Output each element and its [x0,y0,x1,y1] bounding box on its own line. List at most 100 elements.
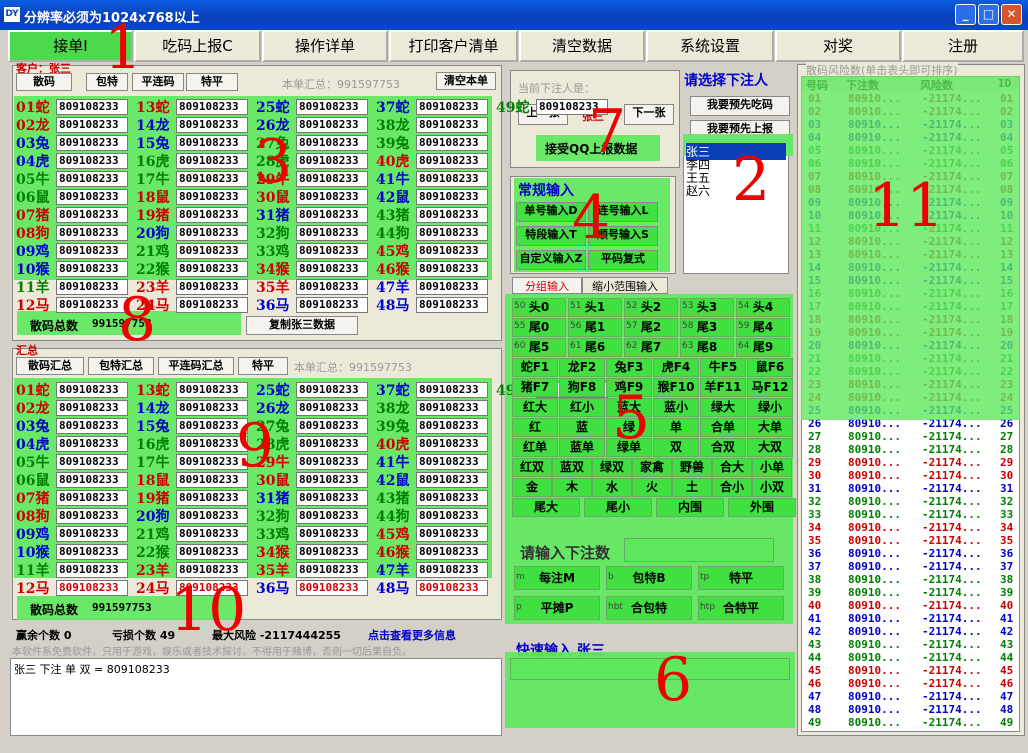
risk-row[interactable]: 42 80910... -21174... 42 [802,625,1019,638]
risk-row[interactable]: 44 80910... -21174... 44 [802,651,1019,664]
risk-row[interactable]: 36 80910... -21174... 36 [802,547,1019,560]
group-btn-9-4[interactable]: 土 [672,478,712,497]
risk-row[interactable]: 39 80910... -21174... 39 [802,586,1019,599]
group-btn-7-0[interactable]: 红单 [512,438,558,457]
group-btn-6-1[interactable]: 蓝 [559,418,605,437]
group-btn-2-3[interactable]: 63 尾8 [680,338,734,357]
bet-btn-4[interactable]: hbt 合包特 [606,596,692,620]
risk-row[interactable]: 32 80910... -21174... 32 [802,495,1019,508]
group-btn-8-1[interactable]: 蓝双 [552,458,592,477]
client-btn-3[interactable]: 特平 [186,73,238,91]
summary-btn-3[interactable]: 特平 [238,357,288,375]
group-btn-7-5[interactable]: 大双 [747,438,793,457]
risk-row[interactable]: 41 80910... -21174... 41 [802,612,1019,625]
pre-eat-button[interactable]: 我要预先吃码 [690,96,790,116]
group-btn-4-4[interactable]: 羊F11 [700,378,746,397]
log-textarea[interactable]: 张三 下注 单 双 = 809108233 [10,658,502,736]
group-btn-1-2[interactable]: 57 尾2 [624,318,678,337]
clear-order-button[interactable]: 清空本单 [436,72,496,90]
group-btn-3-5[interactable]: 鼠F6 [747,358,793,377]
group-btn-3-1[interactable]: 龙F2 [559,358,605,377]
group-btn-9-3[interactable]: 火 [632,478,672,497]
risk-row[interactable]: 34 80910... -21174... 34 [802,521,1019,534]
risk-row[interactable]: 46 80910... -21174... 46 [802,677,1019,690]
group-btn-5-4[interactable]: 绿大 [700,398,746,417]
group-btn-8-5[interactable]: 合大 [712,458,752,477]
risk-row[interactable]: 27 80910... -21174... 27 [802,430,1019,443]
menu-item-1[interactable]: 吃码上报C [134,30,261,62]
group-btn-8-0[interactable]: 红双 [512,458,552,477]
group-btn-1-3[interactable]: 58 尾3 [680,318,734,337]
minimize-button[interactable]: _ [955,4,976,25]
group-btn-7-1[interactable]: 蓝单 [559,438,605,457]
risk-row[interactable]: 33 80910... -21174... 33 [802,508,1019,521]
group-btn-1-1[interactable]: 56 尾1 [568,318,622,337]
group-btn-5-3[interactable]: 蓝小 [653,398,699,417]
input-btn-4[interactable]: 自定义输入Z [516,250,586,270]
group-btn-10-2[interactable]: 内围 [656,498,724,517]
group-btn-0-2[interactable]: 52 头2 [624,298,678,317]
bet-btn-5[interactable]: htp 合特平 [698,596,784,620]
menu-item-7[interactable]: 注册 [902,30,1024,62]
tab-group-input[interactable]: 分组输入 [512,277,582,294]
group-btn-4-0[interactable]: 猪F7 [512,378,558,397]
group-btn-3-4[interactable]: 牛F5 [700,358,746,377]
menu-item-6[interactable]: 对奖 [775,30,901,62]
next-button[interactable]: 下一张 [624,104,674,125]
menu-item-4[interactable]: 清空数据 [519,30,645,62]
menu-item-5[interactable]: 系统设置 [646,30,774,62]
group-btn-7-3[interactable]: 双 [653,438,699,457]
group-btn-4-1[interactable]: 狗F8 [559,378,605,397]
group-btn-0-3[interactable]: 53 头3 [680,298,734,317]
group-btn-6-0[interactable]: 红 [512,418,558,437]
group-btn-2-0[interactable]: 60 尾5 [512,338,566,357]
quick-input[interactable] [510,658,790,680]
close-button[interactable]: ✕ [1001,4,1022,25]
group-btn-9-0[interactable]: 金 [512,478,552,497]
summary-btn-2[interactable]: 平连码汇总 [158,357,234,375]
risk-row[interactable]: 28 80910... -21174... 28 [802,443,1019,456]
risk-row[interactable]: 37 80910... -21174... 37 [802,560,1019,573]
group-btn-5-0[interactable]: 红大 [512,398,558,417]
group-btn-5-5[interactable]: 绿小 [747,398,793,417]
group-btn-1-4[interactable]: 59 尾4 [736,318,790,337]
group-btn-3-0[interactable]: 蛇F1 [512,358,558,377]
bet-btn-1[interactable]: b 包特B [606,566,692,590]
group-btn-0-4[interactable]: 54 头4 [736,298,790,317]
risk-row[interactable]: 38 80910... -21174... 38 [802,573,1019,586]
group-btn-6-4[interactable]: 合单 [700,418,746,437]
copy-client-button[interactable]: 复制张三数据 [246,316,358,335]
more-info-link[interactable]: 点击查看更多信息 [368,627,456,643]
group-btn-5-1[interactable]: 红小 [559,398,605,417]
risk-row[interactable]: 45 80910... -21174... 45 [802,664,1019,677]
group-btn-10-3[interactable]: 外围 [728,498,796,517]
maximize-button[interactable]: □ [978,4,999,25]
group-btn-10-0[interactable]: 尾大 [512,498,580,517]
risk-row[interactable]: 29 80910... -21174... 29 [802,456,1019,469]
group-btn-9-1[interactable]: 木 [552,478,592,497]
group-btn-4-5[interactable]: 马F12 [747,378,793,397]
group-btn-6-3[interactable]: 单 [653,418,699,437]
group-btn-4-3[interactable]: 猴F10 [653,378,699,397]
risk-row[interactable]: 48 80910... -21174... 48 [802,703,1019,716]
risk-row[interactable]: 47 80910... -21174... 47 [802,690,1019,703]
tab-narrow-input[interactable]: 缩小范围输入 [582,277,668,294]
group-btn-7-4[interactable]: 合双 [700,438,746,457]
group-btn-0-1[interactable]: 51 头1 [568,298,622,317]
group-btn-3-2[interactable]: 兔F3 [606,358,652,377]
group-btn-8-4[interactable]: 野兽 [672,458,712,477]
menu-item-2[interactable]: 操作详单 [262,30,388,62]
amount-input[interactable] [624,538,774,562]
summary-btn-1[interactable]: 包特汇总 [88,357,154,375]
group-btn-1-0[interactable]: 55 尾0 [512,318,566,337]
risk-row[interactable]: 43 80910... -21174... 43 [802,638,1019,651]
risk-row[interactable]: 35 80910... -21174... 35 [802,534,1019,547]
group-btn-8-3[interactable]: 家禽 [632,458,672,477]
group-btn-0-0[interactable]: 50 头0 [512,298,566,317]
bet-btn-3[interactable]: p 平摊P [514,596,600,620]
group-btn-8-6[interactable]: 小单 [752,458,792,477]
group-btn-8-2[interactable]: 绿双 [592,458,632,477]
group-btn-2-2[interactable]: 62 尾7 [624,338,678,357]
risk-row[interactable]: 49 80910... -21174... 49 [802,716,1019,729]
menu-item-3[interactable]: 打印客户清单 [389,30,518,62]
